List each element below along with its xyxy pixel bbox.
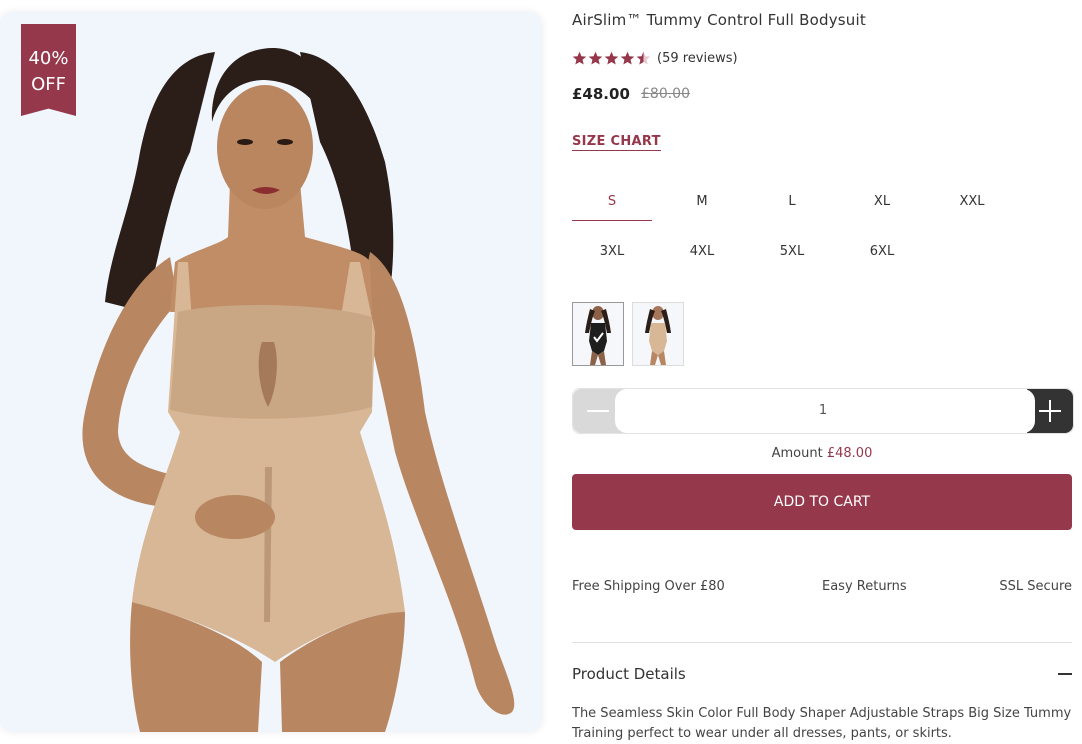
size-chart-link[interactable]: SIZE CHART [572, 134, 661, 151]
product-details-text: The Seamless Skin Color Full Body Shaper… [572, 706, 1072, 741]
rating[interactable]: (59 reviews) [572, 51, 738, 66]
benefit-easy-returns: Easy Returns [822, 579, 907, 594]
size-option-xxl[interactable]: XXL [932, 186, 1012, 220]
size-option-s[interactable]: S [572, 186, 652, 221]
size-option-l[interactable]: L [752, 186, 832, 220]
color-swatch-nude[interactable] [632, 302, 684, 366]
nude-bodysuit-swatch-icon [645, 306, 671, 365]
black-bodysuit-swatch-icon [585, 306, 611, 365]
color-swatch-black[interactable] [572, 302, 624, 366]
sale-price: £48.00 [572, 85, 630, 103]
size-option-4xl[interactable]: 4XL [662, 236, 742, 270]
star-icon [620, 51, 635, 65]
rating-stars [572, 51, 651, 66]
model-illustration [82, 47, 515, 732]
quantity-input[interactable]: 1 [573, 403, 1073, 418]
size-option-xl[interactable]: XL [842, 186, 922, 220]
discount-percent: 40% [28, 48, 69, 69]
size-option-3xl[interactable]: 3XL [572, 236, 652, 270]
star-icon [572, 51, 587, 65]
discount-off-label: OFF [31, 74, 66, 95]
product-title: AirSlim™ Tummy Control Full Bodysuit [572, 11, 866, 29]
size-option-m[interactable]: M [662, 186, 742, 220]
review-count[interactable]: (59 reviews) [657, 51, 738, 66]
amount-value: £48.00 [826, 446, 873, 461]
half-star-icon [636, 51, 651, 65]
star-icon [604, 51, 619, 65]
star-icon [588, 51, 603, 65]
collapse-icon[interactable] [1058, 673, 1072, 675]
size-option-6xl[interactable]: 6XL [842, 236, 922, 270]
divider [572, 642, 1072, 643]
product-details-title[interactable]: Product Details [572, 665, 686, 683]
amount-line: Amount £48.00 [572, 446, 1072, 461]
benefit-ssl-secure: SSL Secure [999, 579, 1072, 594]
add-to-cart-button[interactable]: ADD TO CART [572, 474, 1072, 530]
benefit-free-shipping: Free Shipping Over £80 [572, 579, 725, 594]
quantity-stepper: 1 [572, 388, 1074, 434]
original-price: £80.00 [641, 86, 690, 102]
discount-badge: 40% OFF [21, 24, 76, 116]
product-image[interactable]: 40% OFF [0, 12, 542, 732]
size-option-5xl[interactable]: 5XL [752, 236, 832, 270]
amount-label: Amount [771, 446, 823, 461]
